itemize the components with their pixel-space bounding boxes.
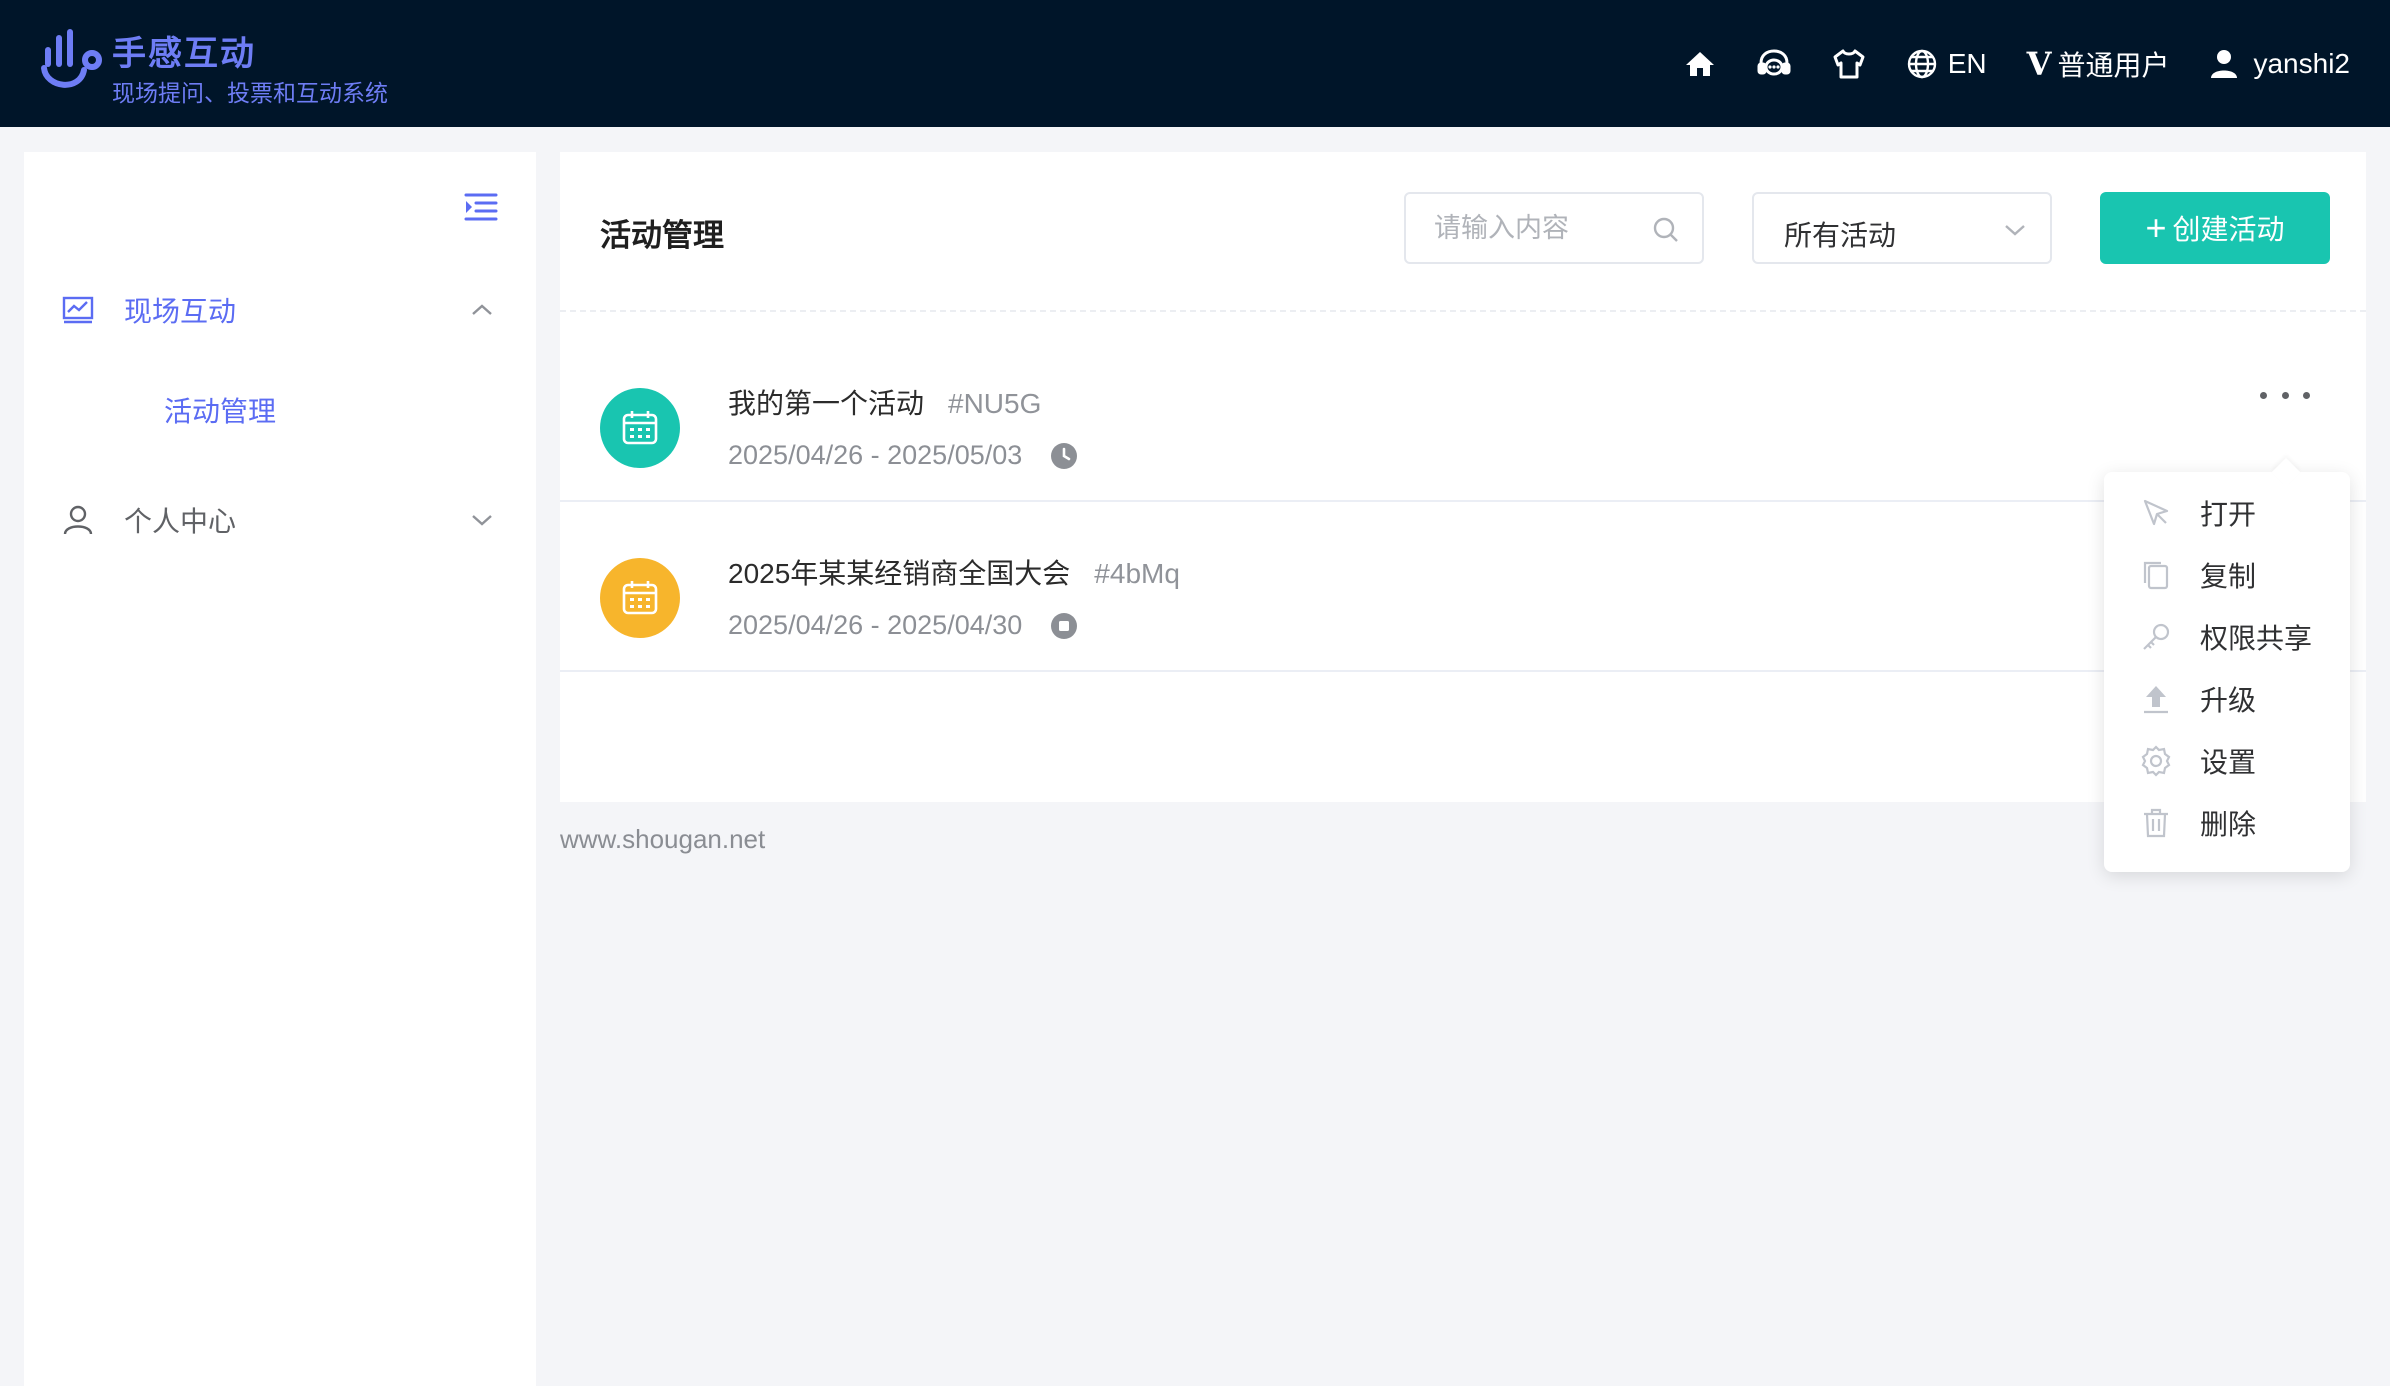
support-button[interactable] — [1756, 48, 1792, 80]
footer-site-link[interactable]: www.shougan.net — [560, 824, 765, 855]
hand-logo-icon — [41, 29, 102, 88]
clock-icon — [1051, 442, 1078, 469]
user-icon — [2211, 50, 2238, 78]
cursor-icon — [2143, 499, 2169, 526]
home-icon — [1685, 52, 1714, 76]
language-label: EN — [1947, 48, 1987, 79]
language-switch[interactable]: EN — [1906, 48, 1987, 80]
gear-icon — [2141, 745, 2171, 777]
menu-item-label: 权限共享 — [2200, 623, 2313, 654]
activity-row[interactable]: 2025年某某经销商全国大会 #4bMq 2025/04/26 - 2025/04… — [560, 502, 2366, 672]
shirt-icon — [1833, 49, 1865, 79]
menu-item-label: 删除 — [2200, 809, 2257, 840]
stop-icon — [1051, 612, 1078, 639]
key-icon — [2143, 623, 2170, 650]
row-actions-dropdown: 打开 复制 权限共享 升级 设置 删除 — [2104, 457, 2350, 872]
activity-filter-select[interactable]: 所有活动 — [1752, 192, 2052, 264]
headset-icon — [1757, 49, 1791, 76]
activity-row[interactable]: 我的第一个活动 #NU5G 2025/04/26 - 2025/05/03 — [560, 332, 2366, 502]
theme-button[interactable] — [1832, 48, 1866, 80]
more-dot — [2303, 391, 2310, 399]
activity-code: #NU5G — [948, 388, 1042, 419]
search-input[interactable] — [1434, 208, 1654, 248]
brand-title: 手感互动 — [112, 35, 256, 73]
more-dot — [2260, 391, 2267, 399]
menu-item-label: 打开 — [2200, 499, 2257, 530]
more-dot — [2281, 391, 2289, 399]
menu-item-label: 复制 — [2200, 561, 2257, 592]
brand-subtitle: 现场提问、投票和互动系统 — [112, 80, 388, 106]
menu-item-copy[interactable]: 复制 — [2104, 544, 2350, 606]
menu-item-label: 设置 — [2200, 747, 2257, 778]
home-button[interactable] — [1684, 48, 1716, 80]
search-box — [1404, 192, 1704, 264]
activity-title: 我的第一个活动 — [728, 388, 925, 419]
menu-item-share-permission[interactable]: 权限共享 — [2104, 606, 2350, 668]
main-panel: 活动管理 所有活动 + 创建活动 — [560, 152, 2366, 802]
calendar-icon — [622, 581, 658, 615]
menu-item-label: 升级 — [2200, 685, 2257, 716]
menu-item-settings[interactable]: 设置 — [2104, 730, 2350, 792]
sidebar: 现场互动 活动管理 个人中心 — [24, 152, 536, 1386]
plan-link[interactable]: V 普通用户 — [2027, 44, 2170, 84]
page-title: 活动管理 — [600, 218, 724, 253]
top-bar: 手感互动 现场提问、投票和互动系统 EN V 普通用户 yanshi2 — [0, 0, 2390, 127]
calendar-avatar — [600, 558, 680, 638]
search-icon[interactable] — [1652, 216, 1680, 244]
upload-icon — [2144, 686, 2168, 714]
user-icon — [63, 505, 93, 535]
sidebar-item-activity-management[interactable]: 活动管理 — [164, 390, 276, 430]
activity-code: #4bMq — [1094, 558, 1180, 589]
menu-item-delete[interactable]: 删除 — [2104, 792, 2350, 854]
plan-label: 普通用户 — [2057, 50, 2170, 81]
sidebar-group-live[interactable]: 现场互动 — [24, 280, 536, 340]
brand-logo[interactable]: 手感互动 现场提问、投票和互动系统 — [40, 26, 460, 106]
menu-item-upgrade[interactable]: 升级 — [2104, 668, 2350, 730]
plus-icon: + — [2145, 207, 2167, 248]
chart-icon — [62, 296, 94, 324]
activity-name[interactable]: 我的第一个活动 #NU5G — [728, 382, 1041, 422]
top-nav: EN V 普通用户 yanshi2 — [1644, 40, 2350, 88]
activity-name[interactable]: 2025年某某经销商全国大会 #4bMq — [728, 552, 1180, 592]
menu-collapse-icon[interactable] — [464, 192, 498, 222]
activity-dates: 2025/04/26 - 2025/05/03 — [728, 440, 1078, 471]
create-activity-label: 创建活动 — [2172, 214, 2285, 245]
sidebar-group-label: 个人中心 — [124, 506, 237, 537]
chevron-down-icon — [2005, 225, 2025, 236]
copy-icon — [2143, 561, 2169, 590]
activity-date-range: 2025/04/26 - 2025/05/03 — [728, 440, 1023, 470]
activity-title: 2025年某某经销商全国大会 — [728, 558, 1071, 589]
username: yanshi2 — [2253, 48, 2350, 79]
chevron-up-icon — [472, 304, 492, 315]
menu-item-open[interactable]: 打开 — [2104, 482, 2350, 544]
header-divider — [560, 310, 2366, 312]
create-activity-button[interactable]: + 创建活动 — [2100, 192, 2330, 264]
sidebar-group-profile[interactable]: 个人中心 — [24, 490, 536, 550]
globe-icon — [1907, 49, 1936, 79]
user-menu[interactable]: yanshi2 — [2209, 48, 2350, 80]
activity-date-range: 2025/04/26 - 2025/04/30 — [728, 610, 1023, 640]
trash-icon — [2144, 808, 2168, 838]
activity-dates: 2025/04/26 - 2025/04/30 — [728, 610, 1078, 641]
sidebar-group-label: 现场互动 — [124, 296, 237, 327]
filter-selected-value: 所有活动 — [1784, 220, 1897, 251]
chevron-down-icon — [472, 515, 492, 526]
calendar-avatar — [600, 388, 680, 468]
calendar-icon — [622, 411, 658, 445]
vip-badge: V — [2026, 45, 2052, 83]
more-actions-button[interactable] — [2260, 380, 2310, 410]
